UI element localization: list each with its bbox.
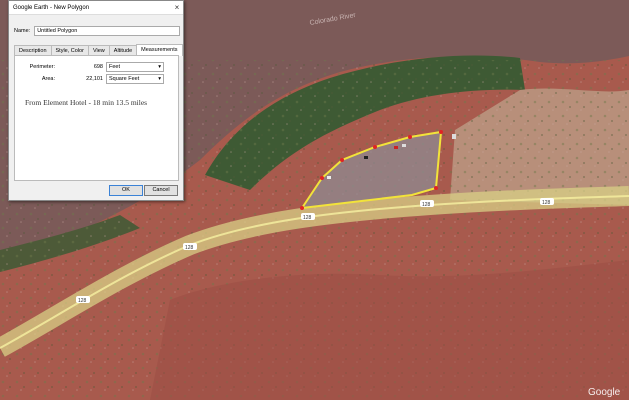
perimeter-value: 698 bbox=[93, 64, 103, 70]
car bbox=[402, 144, 406, 147]
perimeter-label: Perimeter: bbox=[29, 64, 55, 70]
name-input[interactable] bbox=[34, 26, 181, 36]
svg-text:128: 128 bbox=[185, 245, 194, 251]
route-shield: 128 bbox=[301, 213, 315, 221]
route-shield: 128 bbox=[540, 198, 554, 206]
perimeter-row: Perimeter: 698 Feet ▾ bbox=[25, 62, 164, 72]
measurements-panel: Perimeter: 698 Feet ▾ Area: 22,101 Squar… bbox=[14, 55, 179, 181]
route-shield: 128 bbox=[76, 296, 90, 304]
car bbox=[394, 146, 398, 149]
svg-text:128: 128 bbox=[78, 298, 87, 304]
chevron-down-icon: ▾ bbox=[158, 64, 161, 70]
polygon-vertex[interactable] bbox=[340, 158, 344, 162]
route-note: From Element Hotel - 18 min 13.5 miles bbox=[25, 98, 148, 107]
google-watermark: Google bbox=[588, 387, 621, 398]
polygon-vertex[interactable] bbox=[439, 130, 443, 134]
route-shield: 128 bbox=[183, 243, 197, 251]
svg-text:128: 128 bbox=[542, 200, 551, 206]
svg-text:128: 128 bbox=[422, 202, 431, 208]
area-unit-select[interactable]: Square Feet ▾ bbox=[106, 74, 164, 84]
dialog-title: Google Earth - New Polygon bbox=[13, 4, 90, 11]
area-unit: Square Feet bbox=[109, 76, 140, 82]
svg-text:128: 128 bbox=[303, 215, 312, 221]
polygon-vertex[interactable] bbox=[320, 176, 324, 180]
area-row: Area: 22,101 Square Feet ▾ bbox=[25, 74, 164, 84]
car bbox=[452, 134, 456, 139]
name-label: Name: bbox=[14, 28, 31, 34]
new-polygon-dialog: Google Earth - New Polygon × Name: Descr… bbox=[8, 0, 184, 201]
cancel-button[interactable]: Cancel bbox=[144, 185, 178, 196]
polygon-vertex[interactable] bbox=[434, 186, 438, 190]
perimeter-unit-select[interactable]: Feet ▾ bbox=[106, 62, 164, 72]
polygon-vertex[interactable] bbox=[373, 145, 377, 149]
route-shield: 128 bbox=[420, 200, 434, 208]
name-row: Name: bbox=[14, 26, 181, 36]
area-value: 22,101 bbox=[86, 76, 103, 82]
area-label: Area: bbox=[41, 76, 55, 82]
ok-button[interactable]: OK bbox=[109, 185, 143, 196]
chevron-down-icon: ▾ bbox=[158, 76, 161, 82]
perimeter-unit: Feet bbox=[109, 64, 121, 70]
car bbox=[327, 176, 331, 179]
polygon-vertex[interactable] bbox=[300, 206, 304, 210]
car bbox=[364, 156, 368, 159]
polygon-vertex[interactable] bbox=[408, 135, 412, 139]
dialog-titlebar: Google Earth - New Polygon × bbox=[9, 1, 183, 15]
close-icon[interactable]: × bbox=[171, 2, 183, 14]
